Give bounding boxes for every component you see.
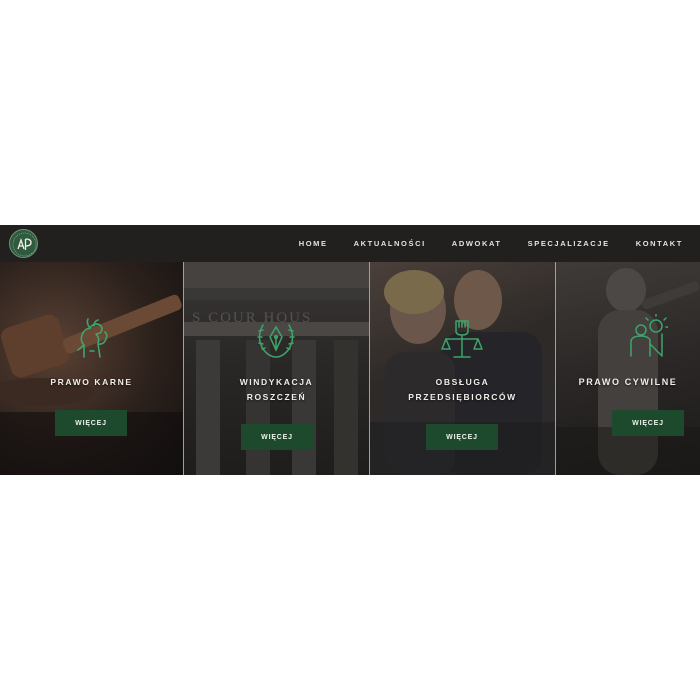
navbar: HOME AKTUALNOŚCI ADWOKAT SPECJALIZACJE K… [0, 225, 700, 262]
panel-civil-law[interactable]: PRAWO CYWILNE WIĘCEJ [556, 262, 700, 475]
more-button[interactable]: WIĘCEJ [241, 424, 313, 450]
pen-laurel-icon [257, 324, 295, 358]
more-button[interactable]: WIĘCEJ [55, 410, 127, 436]
more-button[interactable]: WIĘCEJ [612, 410, 684, 436]
panel-divider [555, 262, 556, 475]
panel-title-line: PRAWO CYWILNE [578, 377, 678, 387]
specializations-panels: PRAWO KARNE WIĘCEJ S COUR HOUS WINDYKACJ… [0, 262, 700, 475]
nav-lawyer[interactable]: ADWOKAT [452, 239, 502, 248]
logo-mark-icon [12, 232, 37, 257]
panel-title: WINDYKACJA ROSZCZEŃ [184, 375, 369, 405]
nav-home[interactable]: HOME [299, 239, 328, 248]
panel-divider [183, 262, 184, 475]
hero-section: HOME AKTUALNOŚCI ADWOKAT SPECJALIZACJE K… [0, 225, 700, 475]
panel-title: PRAWO CYWILNE [556, 375, 700, 390]
nav-contact[interactable]: KONTAKT [636, 239, 683, 248]
panel-business-services[interactable]: OBSŁUGA PRZEDSIĘBIORCÓW WIĘCEJ [370, 262, 555, 475]
nav-specializations[interactable]: SPECJALIZACJE [528, 239, 610, 248]
panel-title: PRAWO KARNE [0, 375, 183, 390]
lion-icon [77, 318, 108, 358]
panel-criminal-law[interactable]: PRAWO KARNE WIĘCEJ [0, 262, 183, 475]
panel-title-line: ROSZCZEŃ [246, 392, 307, 402]
panel-title-line: OBSŁUGA [435, 377, 490, 387]
nav-news[interactable]: AKTUALNOŚCI [354, 239, 426, 248]
more-button[interactable]: WIĘCEJ [426, 424, 498, 450]
panel-title-line: WINDYKACJA [239, 377, 314, 387]
logo[interactable] [9, 229, 38, 258]
main-nav: HOME AKTUALNOŚCI ADWOKAT SPECJALIZACJE K… [299, 225, 683, 262]
panel-divider [369, 262, 370, 475]
panel-title: OBSŁUGA PRZEDSIĘBIORCÓW [370, 375, 555, 405]
justitia-statue-background-image [556, 268, 700, 475]
gavel-background-image [0, 294, 183, 475]
person-idea-icon [630, 314, 668, 357]
panel-title-line: PRZEDSIĘBIORCÓW [408, 392, 517, 402]
panel-debt-collection[interactable]: S COUR HOUS WINDYKACJA ROSZCZEŃ WIĘCEJ [184, 262, 369, 475]
panel-title-line: PRAWO KARNE [50, 377, 133, 387]
scales-fist-icon [441, 320, 483, 358]
